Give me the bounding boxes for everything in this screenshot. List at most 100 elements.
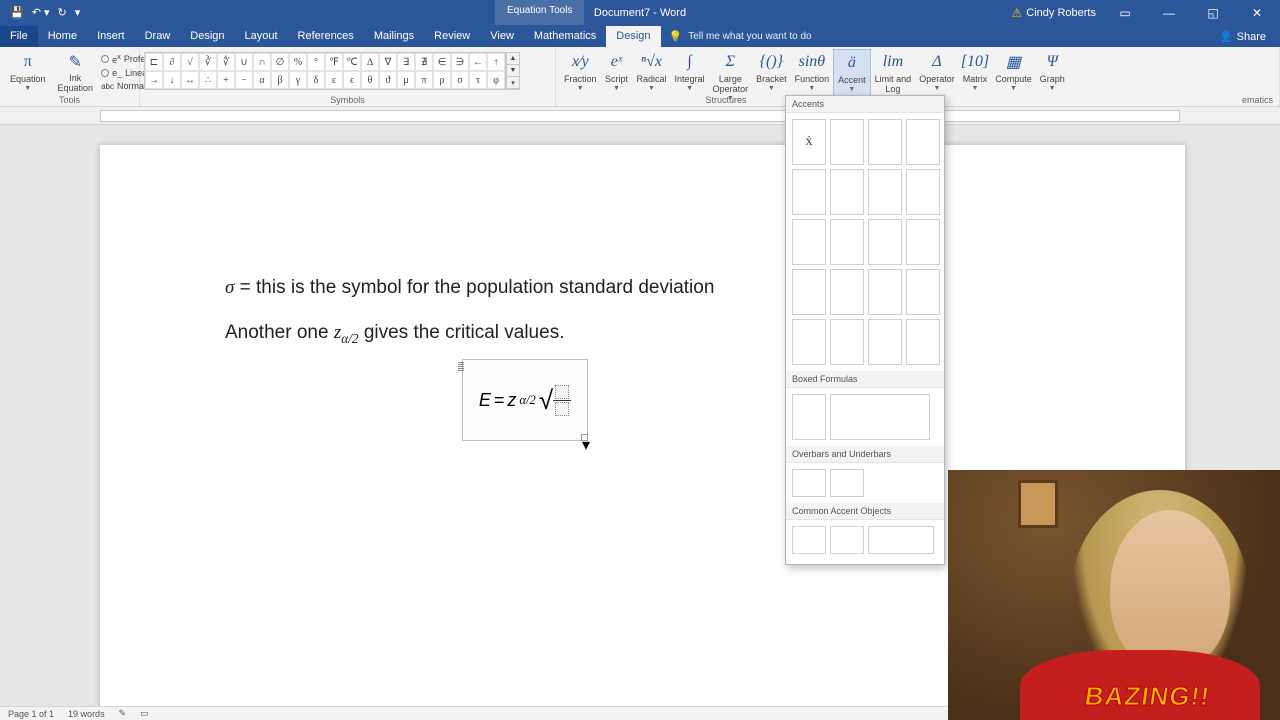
tab-references[interactable]: References bbox=[288, 26, 364, 47]
accent-option[interactable] bbox=[906, 219, 940, 265]
fraction-placeholder[interactable] bbox=[553, 385, 571, 416]
close-button[interactable]: ✕ bbox=[1242, 6, 1272, 20]
accent-option[interactable] bbox=[792, 169, 826, 215]
ink-equation-button[interactable]: ✎ Ink Equation bbox=[52, 49, 100, 95]
symbol-cell[interactable]: ° bbox=[307, 53, 325, 71]
boxed-option[interactable] bbox=[792, 394, 826, 440]
equation-button[interactable]: π Equation ▼ bbox=[4, 49, 52, 95]
save-icon[interactable]: 💾 bbox=[10, 6, 24, 19]
accent-option[interactable] bbox=[830, 169, 864, 215]
qat-custom-icon[interactable]: ▾ bbox=[75, 6, 81, 19]
symbol-cell[interactable]: ∪ bbox=[235, 53, 253, 71]
accent-option[interactable] bbox=[868, 119, 902, 165]
accent-option[interactable] bbox=[906, 169, 940, 215]
tell-me-search[interactable]: 💡 Tell me what you want to do bbox=[669, 30, 812, 47]
tab-insert[interactable]: Insert bbox=[87, 26, 135, 47]
equation-move-handle[interactable] bbox=[458, 362, 464, 372]
symbol-cell[interactable]: ↑ bbox=[487, 53, 505, 71]
tab-home[interactable]: Home bbox=[38, 26, 87, 47]
symbol-cell[interactable]: √ bbox=[181, 53, 199, 71]
symbol-cell[interactable]: % bbox=[289, 53, 307, 71]
symbol-cell[interactable]: ℉ bbox=[325, 53, 343, 71]
symbol-cell[interactable]: ∈ bbox=[433, 53, 451, 71]
share-button[interactable]: 👤Share bbox=[1205, 30, 1280, 47]
symbol-cell[interactable]: − bbox=[235, 71, 253, 89]
matrix-button[interactable]: [10]Matrix▼ bbox=[959, 49, 992, 104]
symbol-cell[interactable]: ∇ bbox=[379, 53, 397, 71]
symbol-cell[interactable]: ∴ bbox=[199, 71, 217, 89]
accent-option[interactable] bbox=[868, 269, 902, 315]
symbol-cell[interactable]: ∆ bbox=[361, 53, 379, 71]
symbol-cell[interactable]: δ bbox=[307, 71, 325, 89]
tab-view[interactable]: View bbox=[480, 26, 524, 47]
accent-option[interactable] bbox=[868, 219, 902, 265]
symbol-cell[interactable]: ∋ bbox=[451, 53, 469, 71]
common-accent-option[interactable] bbox=[792, 526, 826, 554]
accent-option[interactable] bbox=[830, 219, 864, 265]
symbols-scroll[interactable]: ▲▼▾ bbox=[506, 52, 520, 90]
graph-button[interactable]: ΨGraph▼ bbox=[1036, 49, 1069, 104]
accent-option[interactable] bbox=[830, 269, 864, 315]
tab-draw[interactable]: Draw bbox=[135, 26, 181, 47]
symbols-gallery[interactable]: ⊏∂√∛∜∪∩∅%°℉℃∆∇∃∄∈∋←↑→↓↔∴+−αβγδεϵθϑμπρστφ bbox=[144, 52, 506, 90]
symbol-cell[interactable]: ← bbox=[469, 53, 487, 71]
maximize-button[interactable]: ◱ bbox=[1198, 6, 1228, 20]
symbol-cell[interactable]: ϑ bbox=[379, 71, 397, 89]
symbol-cell[interactable]: ∛ bbox=[199, 53, 217, 71]
undo-icon[interactable]: ↶ ▾ bbox=[32, 6, 50, 19]
accent-option[interactable] bbox=[792, 319, 826, 365]
equation-editor[interactable]: E = zα/2 √ ▾ bbox=[462, 359, 588, 441]
accent-option[interactable] bbox=[906, 319, 940, 365]
accent-option[interactable] bbox=[830, 119, 864, 165]
spellcheck-icon[interactable]: ✎ bbox=[119, 708, 127, 719]
tab-layout[interactable]: Layout bbox=[235, 26, 288, 47]
symbol-cell[interactable]: ⊏ bbox=[145, 53, 163, 71]
symbol-cell[interactable]: ∜ bbox=[217, 53, 235, 71]
accent-option[interactable] bbox=[906, 269, 940, 315]
symbol-cell[interactable]: ∄ bbox=[415, 53, 433, 71]
symbol-cell[interactable]: ↔ bbox=[181, 71, 199, 89]
symbol-cell[interactable]: ρ bbox=[433, 71, 451, 89]
symbol-cell[interactable]: φ bbox=[487, 71, 505, 89]
accent-option[interactable]: ẋ bbox=[792, 119, 826, 165]
accent-option[interactable] bbox=[792, 269, 826, 315]
tab-review[interactable]: Review bbox=[424, 26, 480, 47]
symbol-cell[interactable]: ε bbox=[325, 71, 343, 89]
equation-options-handle[interactable]: ▾ bbox=[581, 434, 588, 441]
accent-option[interactable] bbox=[830, 319, 864, 365]
symbol-cell[interactable]: ∂ bbox=[163, 53, 181, 71]
accent-option[interactable] bbox=[792, 219, 826, 265]
word-count[interactable]: 19 words bbox=[68, 709, 105, 719]
layout-icon[interactable]: ▭ bbox=[140, 708, 149, 719]
account-user[interactable]: ⚠Cindy Roberts bbox=[1012, 6, 1096, 20]
tab-mailings[interactable]: Mailings bbox=[364, 26, 424, 47]
overbar-option[interactable] bbox=[792, 469, 826, 497]
symbol-cell[interactable]: μ bbox=[397, 71, 415, 89]
common-accent-option[interactable] bbox=[830, 526, 864, 554]
minimize-button[interactable]: — bbox=[1154, 6, 1184, 20]
tab-mathematics[interactable]: Mathematics bbox=[524, 26, 606, 47]
redo-icon[interactable]: ↻ bbox=[58, 6, 67, 19]
tab-design[interactable]: Design bbox=[180, 26, 234, 47]
boxed-option[interactable] bbox=[830, 394, 930, 440]
symbol-cell[interactable]: + bbox=[217, 71, 235, 89]
symbol-cell[interactable]: θ bbox=[361, 71, 379, 89]
symbol-cell[interactable]: π bbox=[415, 71, 433, 89]
symbol-cell[interactable]: ℃ bbox=[343, 53, 361, 71]
radical-structure[interactable]: √ bbox=[539, 385, 571, 416]
accent-option[interactable] bbox=[906, 119, 940, 165]
tab-file[interactable]: File bbox=[0, 26, 38, 47]
horizontal-ruler[interactable] bbox=[0, 107, 1280, 125]
symbol-cell[interactable]: → bbox=[145, 71, 163, 89]
symbol-cell[interactable]: τ bbox=[469, 71, 487, 89]
symbol-cell[interactable]: γ bbox=[289, 71, 307, 89]
symbol-cell[interactable]: ∅ bbox=[271, 53, 289, 71]
common-accent-option[interactable] bbox=[868, 526, 934, 554]
symbol-cell[interactable]: ∩ bbox=[253, 53, 271, 71]
overbar-option[interactable] bbox=[830, 469, 864, 497]
symbol-cell[interactable]: ∃ bbox=[397, 53, 415, 71]
symbol-cell[interactable]: α bbox=[253, 71, 271, 89]
page-count[interactable]: Page 1 of 1 bbox=[8, 709, 54, 719]
accent-option[interactable] bbox=[868, 169, 902, 215]
symbol-cell[interactable]: σ bbox=[451, 71, 469, 89]
